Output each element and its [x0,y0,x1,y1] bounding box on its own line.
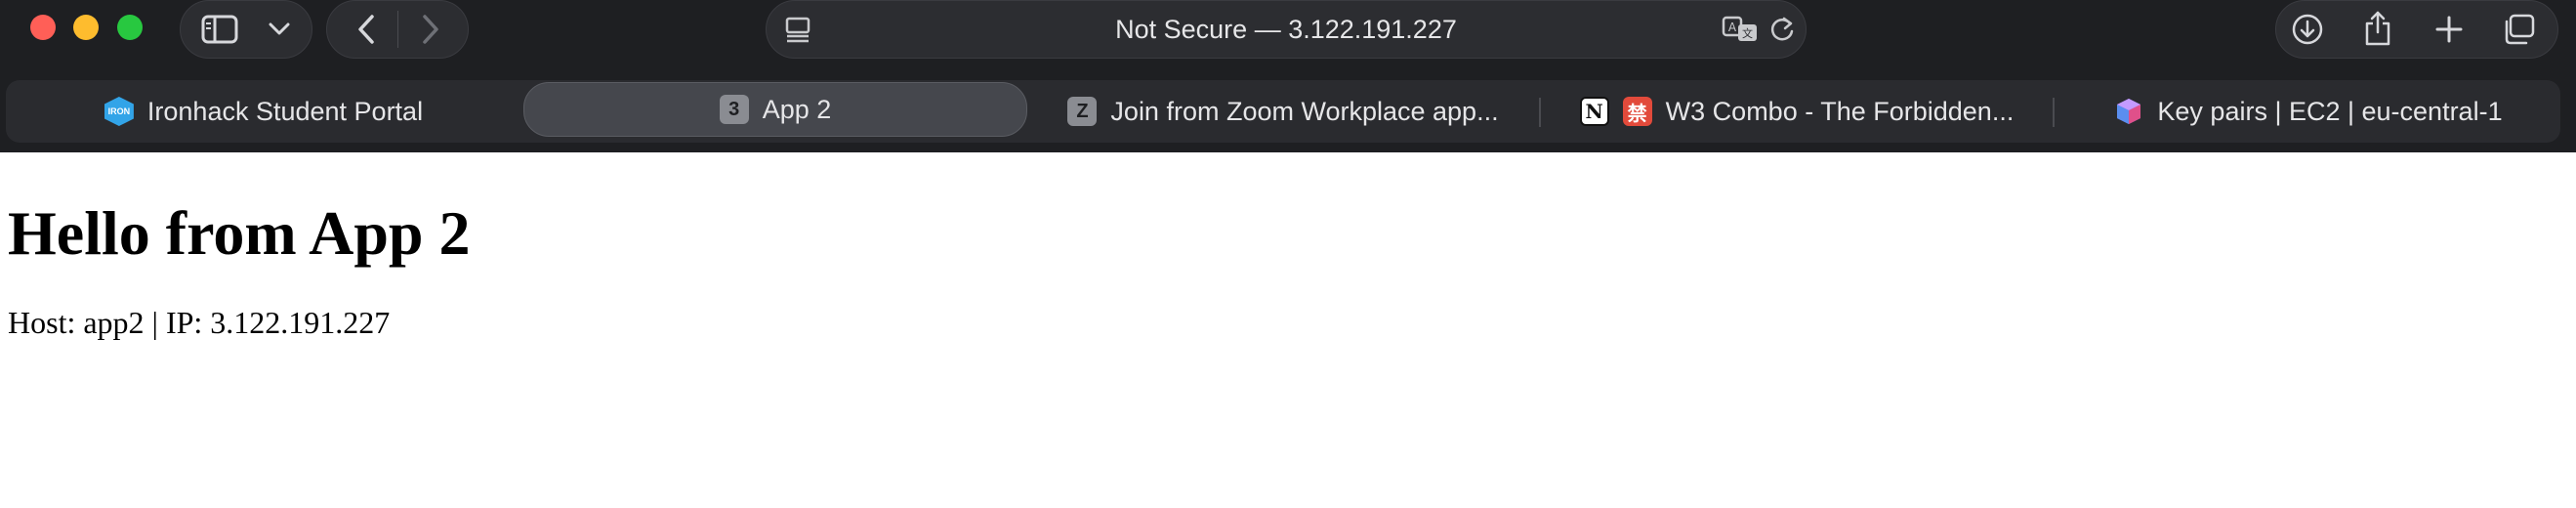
window-minimize-button[interactable] [73,15,99,40]
address-text[interactable]: Not Secure — 3.122.191.227 [767,1,1806,58]
zoom-favicon-icon: Z [1067,97,1098,126]
translate-icon[interactable]: A文 [1720,13,1761,46]
share-icon[interactable] [2356,7,2399,50]
page-content: Hello from App 2 Host: app2 | IP: 3.122.… [0,152,2576,508]
tab-label: Key pairs | EC2 | eu-central-1 [2157,96,2503,126]
sidebar-controls [180,0,312,59]
tab-divider [2053,98,2055,127]
notion-favicon-icon: N [1579,97,1609,126]
ironhack-favicon-icon: IRON [104,97,134,126]
toolbar-actions [2275,0,2558,59]
tab-divider [1539,98,1541,127]
browser-chrome: Not Secure — 3.122.191.227 A文 IRON Ironh… [0,0,2576,152]
aws-cube-favicon-icon [2114,97,2143,126]
tab-bar: IRON Ironhack Student Portal 3 App 2 Z J… [6,80,2560,143]
window-maximize-button[interactable] [117,15,143,40]
tab-label: W3 Combo - The Forbidden... [1665,96,2015,126]
address-bar[interactable]: Not Secure — 3.122.191.227 A文 [766,0,1807,59]
tab-badge-icon: 3 [719,95,749,124]
svg-text:A: A [1728,21,1737,34]
tab-w3-combo[interactable]: N 禁 W3 Combo - The Forbidden... [1543,80,2051,143]
window-close-button[interactable] [30,15,56,40]
reload-icon[interactable] [1766,13,1800,46]
navigation-controls [326,0,469,59]
tab-app2[interactable]: 3 App 2 [523,82,1027,137]
tab-key-pairs[interactable]: Key pairs | EC2 | eu-central-1 [2057,80,2560,143]
chevron-right-icon[interactable] [411,11,450,48]
download-icon[interactable] [2286,9,2329,50]
chevron-left-icon[interactable] [347,11,386,48]
svg-text:文: 文 [1742,26,1753,40]
tab-label: Join from Zoom Workplace app... [1110,96,1499,126]
host-info-text: Host: app2 | IP: 3.122.191.227 [8,305,391,340]
forbidden-favicon-icon: 禁 [1622,97,1652,126]
tab-zoom[interactable]: Z Join from Zoom Workplace app... [1029,80,1537,143]
plus-icon[interactable] [2429,9,2470,50]
tab-overview-icon[interactable] [2497,9,2540,50]
nav-divider [397,11,398,48]
page-title: Hello from App 2 [8,198,471,268]
tab-label: App 2 [762,94,832,124]
sidebar-icon[interactable] [200,13,239,46]
browser-toolbar: Not Secure — 3.122.191.227 A文 [0,0,2576,78]
chevron-down-icon[interactable] [263,15,296,44]
tab-label: Ironhack Student Portal [146,96,424,126]
tab-ironhack[interactable]: IRON Ironhack Student Portal [6,80,521,143]
